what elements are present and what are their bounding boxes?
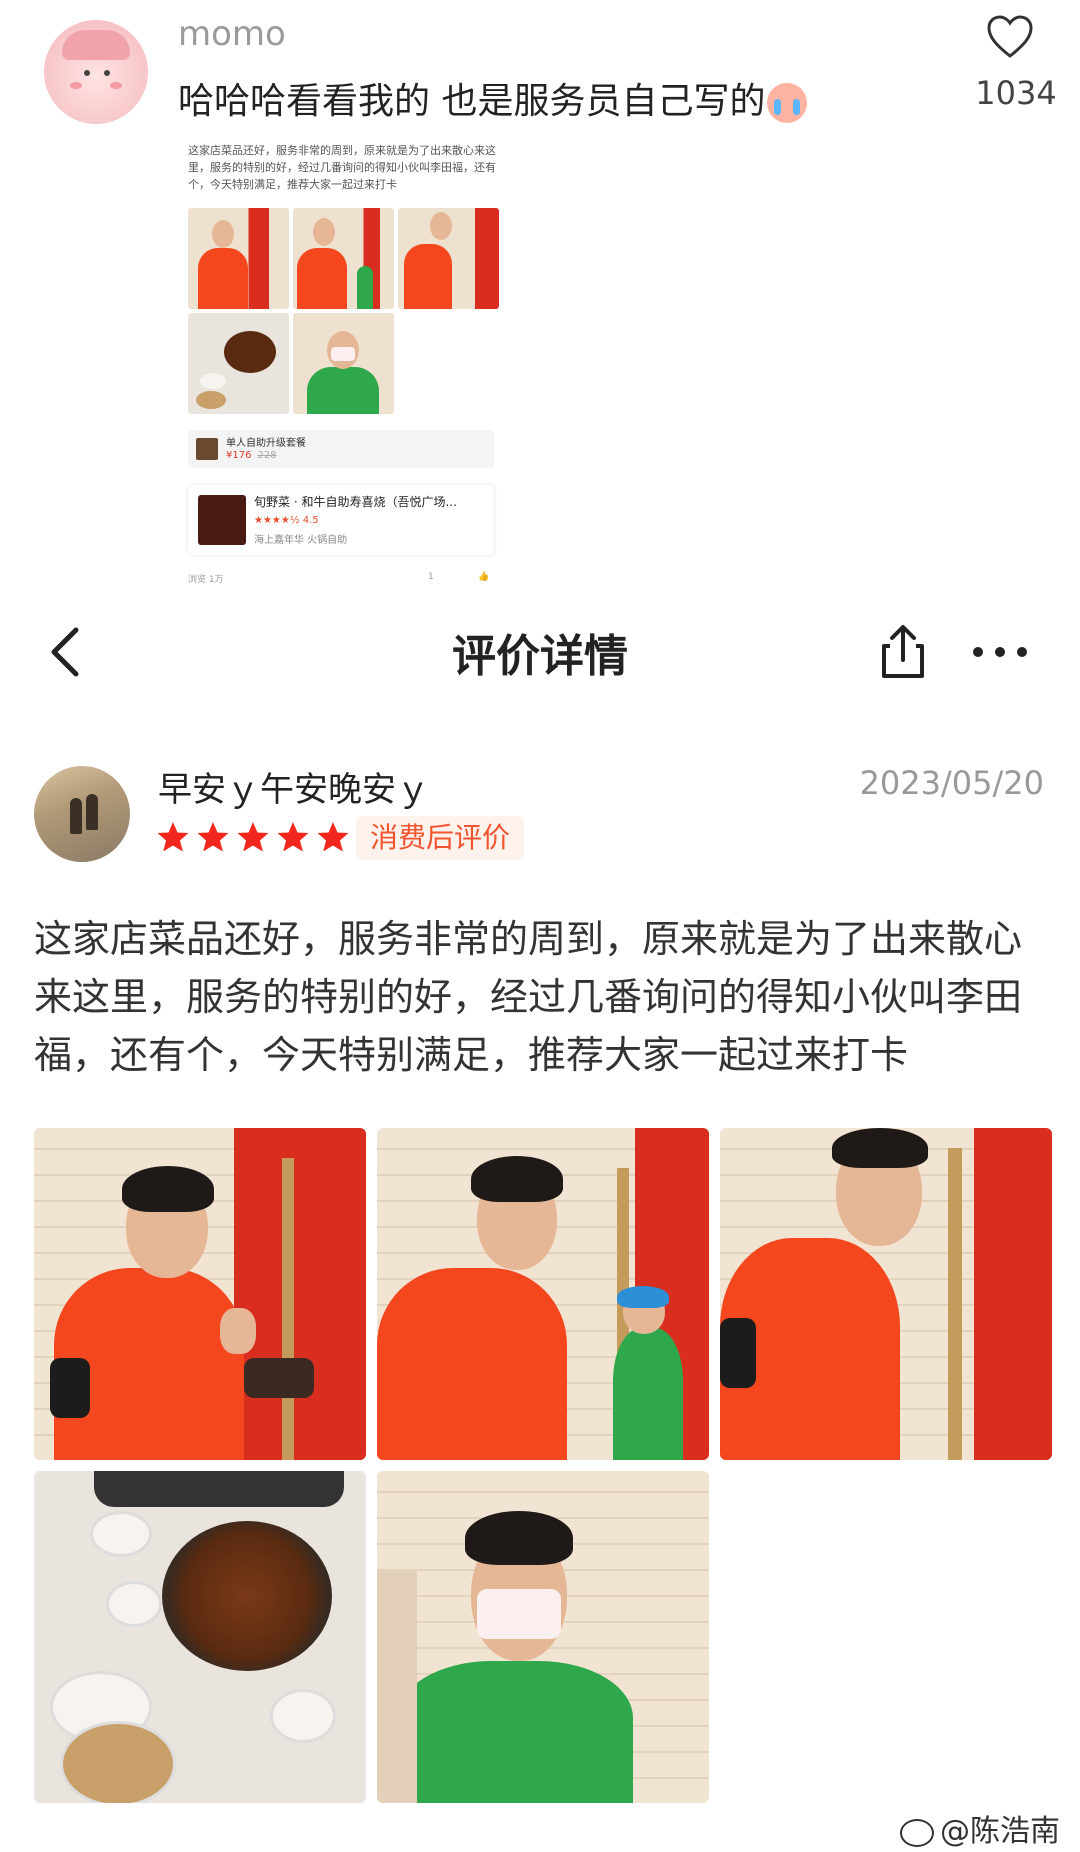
thumb-up-icon: 👍 <box>478 572 490 582</box>
mini-photo <box>188 313 289 414</box>
heart-icon[interactable] <box>986 14 1034 60</box>
crying-laughing-emoji <box>767 83 808 123</box>
star-icon <box>157 822 189 852</box>
post-consumption-badge: 消费后评价 <box>356 816 525 860</box>
mini-comment-count: 1 <box>428 572 434 582</box>
mini-photo <box>293 313 394 414</box>
reviewer-avatar[interactable] <box>34 766 130 862</box>
shop-logo <box>198 495 246 545</box>
like-count: 1034 <box>975 74 1057 112</box>
commenter-avatar[interactable] <box>44 20 148 124</box>
commenter-name[interactable]: momo <box>178 14 286 54</box>
weibo-watermark: @陈浩南 <box>900 1806 1060 1850</box>
product-name: 单人自助升级套餐 <box>226 438 306 449</box>
mini-review-text: 这家店菜品还好，服务非常的周到，原来就是为了出来散心来这里，服务的特别的好，经过… <box>188 144 496 191</box>
review-date: 2023/05/20 <box>859 764 1044 802</box>
review-photo[interactable] <box>34 1471 366 1803</box>
mini-product-card[interactable]: 单人自助升级套餐 ¥176 228 <box>188 430 494 468</box>
product-old-price: 228 <box>257 450 277 461</box>
review-photo[interactable] <box>377 1471 709 1803</box>
mini-photo <box>398 208 499 309</box>
mini-photo <box>293 208 394 309</box>
star-icon <box>237 822 269 852</box>
shop-name: 旬野菜 · 和牛自助寿喜烧（吾悦广场... <box>254 495 457 509</box>
share-icon[interactable] <box>876 622 930 682</box>
comment-body: 哈哈哈看看我的 也是服务员自己写的 <box>178 81 766 122</box>
comment-text: 哈哈哈看看我的 也是服务员自己写的 <box>178 72 808 124</box>
star-icon <box>197 822 229 852</box>
shop-subtitle: 海上嘉年华 火锅自助 <box>254 535 348 546</box>
mini-shop-card[interactable]: 旬野菜 · 和牛自助寿喜烧（吾悦广场... ★★★★½ 4.5 海上嘉年华 火锅… <box>188 485 494 555</box>
mini-photo <box>188 208 289 309</box>
embedded-review-screenshot[interactable]: 这家店菜品还好，服务非常的周到，原来就是为了出来散心来这里，服务的特别的好，经过… <box>184 140 504 585</box>
reviewer-name[interactable]: 早安ｙ午安晚安ｙ <box>158 762 430 811</box>
star-rating <box>156 820 350 856</box>
review-text: 这家店菜品还好，服务非常的周到，原来就是为了出来散心来这里，服务的特别的好，经过… <box>34 917 1023 1077</box>
product-thumbnail <box>196 438 218 460</box>
views-count: 浏览 1万 <box>188 575 224 585</box>
star-icon <box>277 822 309 852</box>
review-photo[interactable] <box>377 1128 709 1460</box>
star-icon <box>317 822 349 852</box>
review-photo[interactable] <box>34 1128 366 1460</box>
more-dots-icon[interactable] <box>970 640 1030 664</box>
weibo-icon <box>900 1818 934 1847</box>
mini-footer: 浏览 1万 1 👍 <box>188 572 494 585</box>
product-price: ¥176 228 <box>226 450 277 461</box>
review-photo[interactable] <box>720 1128 1052 1460</box>
shop-rating: ★★★★½ 4.5 <box>254 515 319 526</box>
